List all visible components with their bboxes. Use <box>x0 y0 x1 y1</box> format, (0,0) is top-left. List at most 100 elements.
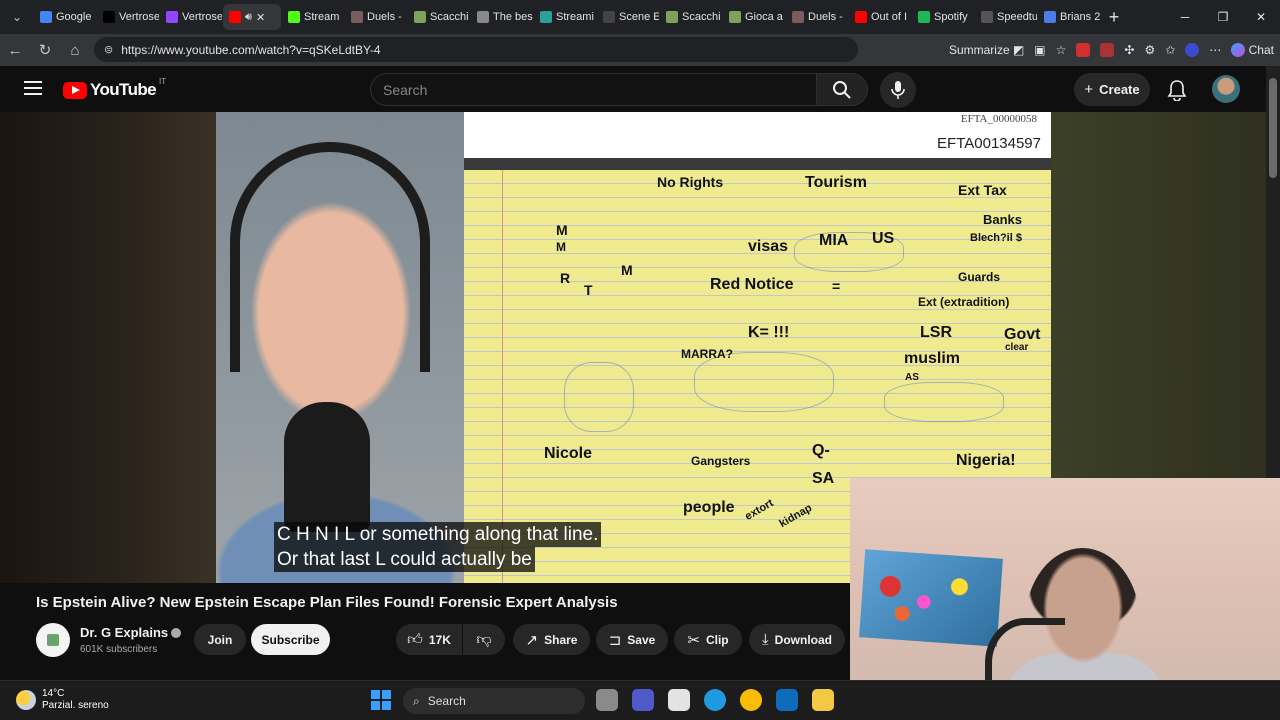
browser-tab[interactable]: Vertrose <box>97 4 159 30</box>
voice-search-button[interactable] <box>880 72 916 108</box>
youtube-logo[interactable]: YouTube IT <box>63 77 166 100</box>
download-label: Download <box>774 632 832 647</box>
browser-tab[interactable]: Streami <box>534 4 596 30</box>
notifications-button[interactable] <box>1165 78 1189 102</box>
address-toolbar: ← ↻ ⌂ ⊜ https://www.youtube.com/watch?v=… <box>0 34 1280 66</box>
more-menu-icon[interactable]: ⋯ <box>1209 43 1221 57</box>
url-bar[interactable]: ⊜ https://www.youtube.com/watch?v=qSKeLd… <box>94 37 858 62</box>
browser-tab[interactable]: Out of I <box>849 4 911 30</box>
browser-tab[interactable]: Spotify <box>912 4 974 30</box>
search-button[interactable] <box>816 73 868 106</box>
browser-tab[interactable]: Brians 2 <box>1038 4 1100 30</box>
note-word: LSR <box>920 324 952 341</box>
create-button[interactable]: + Create <box>1074 73 1150 106</box>
tab-favicon-icon <box>166 11 178 23</box>
browser-tab[interactable]: Scene E <box>597 4 659 30</box>
note-word: Nicole <box>544 445 593 462</box>
partly-sunny-icon <box>16 690 36 710</box>
favorite-star-icon[interactable]: ☆ <box>1056 43 1067 57</box>
minimize-icon[interactable]: ─ <box>1166 0 1204 34</box>
browser-tab[interactable]: Vertrose <box>160 4 222 30</box>
windows-start-icon[interactable] <box>371 690 391 710</box>
tab-strip: Google Vertrose Vertrose 🔊︎ ✕ Stream Duels - Sc… <box>34 4 1101 30</box>
tab-search-icon[interactable]: ⌄ <box>0 0 34 34</box>
channel-name[interactable]: Dr. G Explains <box>80 625 182 640</box>
profile-icon[interactable] <box>1185 43 1200 57</box>
task-view-icon[interactable] <box>596 689 618 711</box>
taskbar-search[interactable]: ⌕ Search <box>403 688 585 714</box>
browser-tab[interactable]: Gioca a <box>723 4 785 30</box>
weather-widget[interactable]: 14°C Parzial. sereno <box>16 688 109 712</box>
youtube-play-icon <box>63 81 87 99</box>
browser-tab[interactable]: Scacchi <box>660 4 722 30</box>
note-word: M <box>556 240 566 254</box>
note-word: Ext (extradition) <box>918 295 1010 309</box>
browser-tab[interactable]: Scacchi <box>408 4 470 30</box>
chrome-icon[interactable] <box>740 689 762 711</box>
save-button[interactable]: ⊐ Save <box>596 624 668 655</box>
share-button[interactable]: ↗ Share <box>513 624 590 655</box>
note-word: T <box>584 282 593 298</box>
window-controls: ─ ❐ ✕ <box>1166 0 1280 34</box>
browser-essentials-icon[interactable]: ⚙ <box>1144 43 1155 57</box>
home-icon[interactable]: ⌂ <box>60 35 90 65</box>
browser-tab[interactable]: Duels - <box>345 4 407 30</box>
video-title: Is Epstein Alive? New Epstein Escape Pla… <box>36 594 618 611</box>
scissors-icon: ✂ <box>687 631 700 649</box>
taskbar-search-label: Search <box>427 694 466 708</box>
browser-tab[interactable]: 🔊︎ ✕ <box>223 4 281 30</box>
tab-close-icon[interactable]: ✕ <box>256 11 265 24</box>
tab-label: Vertrose <box>119 11 159 23</box>
account-avatar[interactable] <box>1212 75 1240 103</box>
tab-favicon-icon <box>477 11 489 23</box>
tab-label: Scacchi <box>430 11 469 23</box>
tab-label: Streami <box>556 11 594 23</box>
tab-audio-icon[interactable]: 🔊︎ <box>245 11 252 24</box>
summarize-button[interactable]: Summarize ◩ <box>949 43 1024 57</box>
taskbar-apps <box>596 689 834 711</box>
browser-tab[interactable]: Google <box>34 4 96 30</box>
browser-tab[interactable]: Stream <box>282 4 344 30</box>
join-button[interactable]: Join <box>194 624 246 655</box>
store-icon[interactable] <box>668 689 690 711</box>
outlook-icon[interactable] <box>776 689 798 711</box>
favorites-icon[interactable]: ✩ <box>1165 43 1175 57</box>
site-info-icon[interactable]: ⊜ <box>104 43 113 56</box>
back-icon[interactable]: ← <box>0 35 30 65</box>
tab-label: Stream <box>304 11 340 23</box>
extension-icon-red[interactable] <box>1076 43 1091 57</box>
reload-icon[interactable]: ↻ <box>30 35 60 65</box>
tab-label: Scene E <box>619 11 659 23</box>
subscribe-button[interactable]: Subscribe <box>251 624 330 655</box>
note-word: No Rights <box>657 174 724 190</box>
browser-tab[interactable]: Speedtu <box>975 4 1037 30</box>
dislike-button[interactable]: 👎︎ <box>463 624 505 655</box>
teams-icon[interactable] <box>632 689 654 711</box>
like-button[interactable]: 👍︎ 17K <box>396 624 462 655</box>
download-button[interactable]: ⤓ Download <box>749 624 845 655</box>
clip-button[interactable]: ✂ Clip <box>674 624 742 655</box>
copilot-chat-button[interactable]: Chat <box>1231 43 1274 57</box>
file-explorer-icon[interactable] <box>812 689 834 711</box>
new-tab-button[interactable]: + <box>1101 4 1127 30</box>
search-input[interactable]: Search <box>370 73 816 106</box>
guide-menu-icon[interactable] <box>24 81 42 95</box>
close-icon[interactable]: ✕ <box>1242 0 1280 34</box>
note-word: R <box>560 270 571 286</box>
browser-tab[interactable]: Duels - <box>786 4 848 30</box>
tab-label: Out of I <box>871 11 908 23</box>
tab-favicon-icon <box>918 11 930 23</box>
chat-label: Chat <box>1248 43 1274 57</box>
scrollbar-thumb[interactable] <box>1269 78 1277 178</box>
browser-tab[interactable]: The bes <box>471 4 533 30</box>
split-screen-icon[interactable]: ▣ <box>1034 43 1045 57</box>
restore-icon[interactable]: ❐ <box>1204 0 1242 34</box>
youtube-header: YouTube IT Search + Create <box>0 66 1266 112</box>
extensions-puzzle-icon[interactable]: ✣ <box>1124 43 1134 57</box>
channel-avatar[interactable] <box>36 623 70 657</box>
subscribe-label: Subscribe <box>261 632 320 647</box>
edge-icon[interactable] <box>704 689 726 711</box>
extension-icon-dark-red[interactable] <box>1100 43 1115 57</box>
document-stripe <box>464 158 1051 170</box>
note-word: muslim <box>904 350 961 367</box>
